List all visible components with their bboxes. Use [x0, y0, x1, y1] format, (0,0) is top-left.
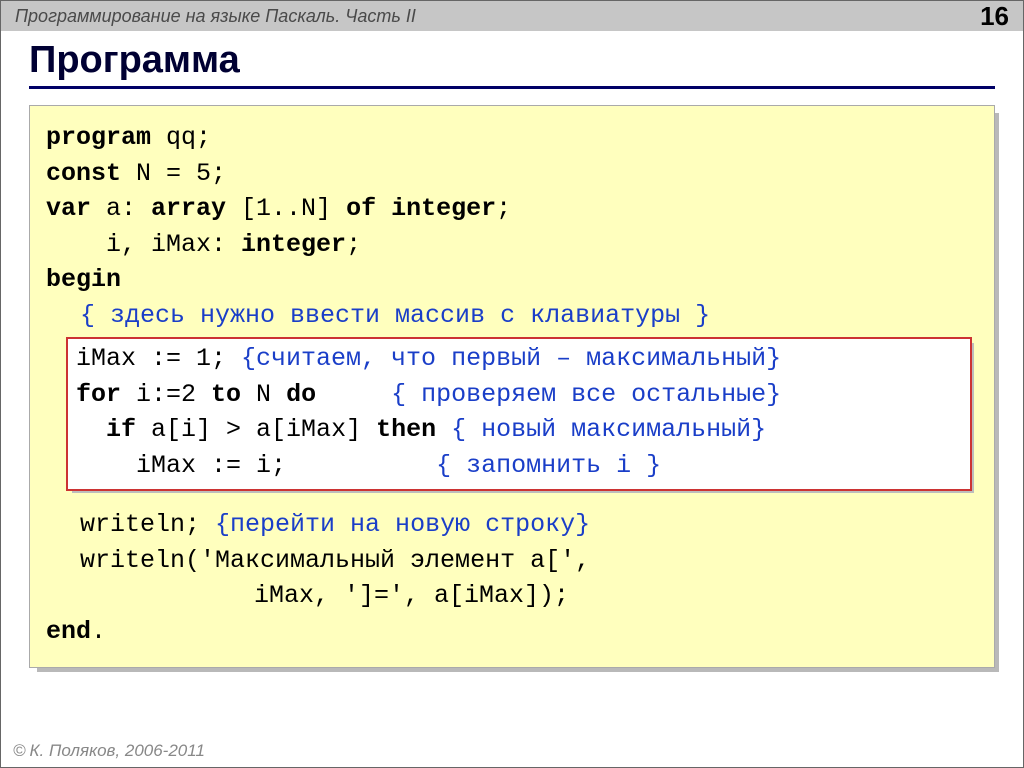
code-text: ; — [496, 194, 511, 223]
code-content: program qq; const N = 5; var a: array [1… — [29, 105, 995, 668]
copyright-icon: © — [13, 741, 26, 761]
keyword: array — [151, 194, 226, 223]
comment: {считаем, что первый – максимальный} — [241, 344, 781, 373]
footer-text: К. Поляков, 2006-2011 — [30, 741, 205, 761]
code-line: for i:=2 to N do { проверяем все остальн… — [76, 377, 962, 413]
code-line: iMax, ']=', a[iMax]); — [46, 578, 978, 614]
comment: { проверяем все остальные} — [391, 380, 781, 409]
code-line: iMax := i; { запомнить i } — [76, 448, 962, 484]
code-text: i:=2 — [121, 380, 211, 409]
code-line: if a[i] > a[iMax] then { новый максималь… — [76, 412, 962, 448]
code-line: const N = 5; — [46, 156, 978, 192]
keyword: for — [76, 380, 121, 409]
footer: © К. Поляков, 2006-2011 — [13, 741, 205, 761]
content-area: Программа program qq; const N = 5; var a… — [1, 31, 1023, 668]
comment: { здесь нужно ввести массив с клавиатуры… — [46, 298, 978, 334]
keyword: of — [346, 194, 376, 223]
code-text: . — [91, 617, 106, 646]
code-text: [1..N] — [226, 194, 346, 223]
code-text: iMax := i; — [76, 451, 436, 480]
top-bar: Программирование на языке Паскаль. Часть… — [1, 1, 1023, 31]
keyword: const — [46, 159, 121, 188]
code-text — [436, 415, 451, 444]
code-text: qq; — [151, 123, 211, 152]
keyword: end — [46, 617, 91, 646]
keyword: if — [106, 415, 136, 444]
code-line: iMax := 1; {считаем, что первый – максим… — [76, 341, 962, 377]
code-line: var a: array [1..N] of integer; — [46, 191, 978, 227]
keyword: program — [46, 123, 151, 152]
comment: { новый максимальный} — [451, 415, 766, 444]
code-text: a: — [91, 194, 151, 223]
code-line: program qq; — [46, 120, 978, 156]
code-text: a[i] > a[iMax] — [136, 415, 376, 444]
keyword: integer — [391, 194, 496, 223]
code-text: writeln; — [80, 510, 215, 539]
keyword: to — [211, 380, 241, 409]
keyword: then — [376, 415, 436, 444]
highlight-block: iMax := 1; {считаем, что первый – максим… — [66, 337, 972, 491]
page-number: 16 — [980, 1, 1009, 32]
highlight-content: iMax := 1; {считаем, что первый – максим… — [66, 337, 972, 491]
keyword: var — [46, 194, 91, 223]
slide: Программирование на языке Паскаль. Часть… — [0, 0, 1024, 768]
code-text: i, iMax: — [46, 230, 241, 259]
code-line: i, iMax: integer; — [46, 227, 978, 263]
code-text — [316, 380, 391, 409]
code-line: writeln; {перейти на новую строку} — [46, 507, 978, 543]
code-text — [376, 194, 391, 223]
code-line: begin — [46, 262, 978, 298]
slide-title: Программа — [29, 39, 995, 89]
code-line: writeln('Максимальный элемент a[', — [46, 543, 978, 579]
code-text: N — [241, 380, 286, 409]
comment: { запомнить i } — [436, 451, 661, 480]
code-text: N = 5; — [121, 159, 226, 188]
code-text: iMax := 1; — [76, 344, 241, 373]
keyword: begin — [46, 265, 121, 294]
breadcrumb: Программирование на языке Паскаль. Часть… — [15, 6, 416, 27]
comment: {перейти на новую строку} — [215, 510, 590, 539]
code-text — [76, 415, 106, 444]
code-block: program qq; const N = 5; var a: array [1… — [29, 105, 995, 668]
keyword: do — [286, 380, 316, 409]
code-line: end. — [46, 614, 978, 650]
keyword: integer — [241, 230, 346, 259]
code-text: ; — [346, 230, 361, 259]
